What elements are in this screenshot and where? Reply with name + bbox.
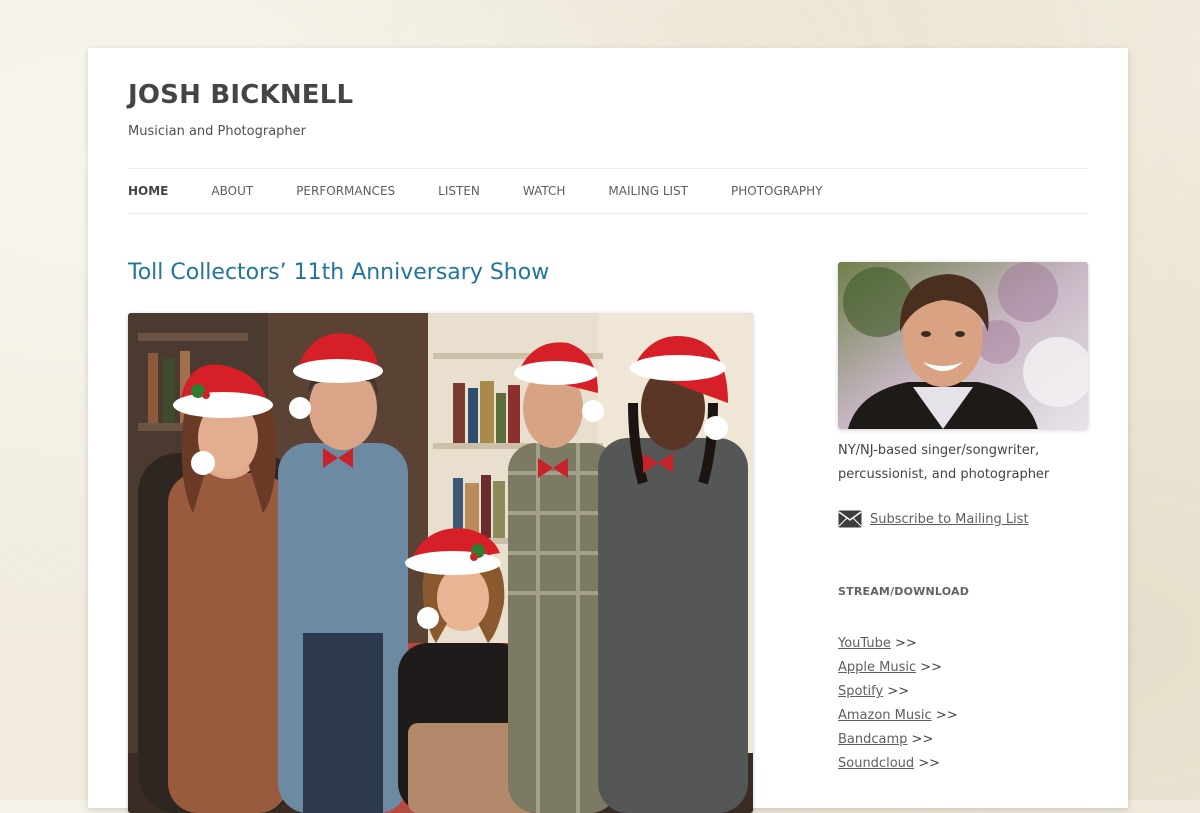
bio-text: NY/NJ-based singer/songwriter, percussio… xyxy=(838,443,1050,482)
sidebar: NY/NJ-based singer/songwriter, percussio… xyxy=(838,262,1088,776)
nav-item-home[interactable]: HOME xyxy=(128,184,168,198)
stream-link-item: YouTube >> xyxy=(838,632,1088,656)
band-photo-image[interactable] xyxy=(128,313,753,813)
nav-item-performances[interactable]: PERFORMANCES xyxy=(296,184,395,198)
subscribe-row: Subscribe to Mailing List xyxy=(838,509,1088,529)
nav-item-watch[interactable]: WATCH xyxy=(523,184,566,198)
apple-music-link[interactable]: Apple Music xyxy=(838,660,916,675)
subscribe-link[interactable]: Subscribe to Mailing List xyxy=(870,512,1029,527)
stream-download-heading: STREAM/DOWNLOAD xyxy=(838,585,970,598)
link-suffix: >> xyxy=(911,732,934,747)
amazon-music-link[interactable]: Amazon Music xyxy=(838,708,932,723)
page-container: JOSH BICKNELL Musician and Photographer … xyxy=(88,48,1128,813)
youtube-link[interactable]: YouTube xyxy=(838,636,891,651)
link-suffix: >> xyxy=(918,756,941,771)
stream-links-list: YouTube >> Apple Music >> Spotify >> Ama… xyxy=(838,632,1088,776)
stream-link-item: Amazon Music >> xyxy=(838,704,1088,728)
stream-link-item: Soundcloud >> xyxy=(838,752,1088,776)
link-suffix: >> xyxy=(895,636,917,651)
stream-link-item: Apple Music >> xyxy=(838,656,1088,680)
spotify-link[interactable]: Spotify xyxy=(838,684,883,699)
envelope-icon[interactable] xyxy=(838,510,862,528)
post-title[interactable]: Toll Collectors’ 11th Anniversary Show xyxy=(128,260,549,285)
site-title[interactable]: JOSH BICKNELL xyxy=(128,80,353,110)
link-suffix: >> xyxy=(887,684,910,699)
nav-item-listen[interactable]: LISTEN xyxy=(438,184,480,198)
nav-item-photography[interactable]: PHOTOGRAPHY xyxy=(731,184,822,198)
site-description: Musician and Photographer xyxy=(128,124,307,139)
bandcamp-link[interactable]: Bandcamp xyxy=(838,732,907,747)
link-suffix: >> xyxy=(920,660,943,675)
link-suffix: >> xyxy=(935,708,958,723)
nav-item-mailing-list[interactable]: MAILING LIST xyxy=(608,184,688,198)
stream-link-item: Spotify >> xyxy=(838,680,1088,704)
main-navigation: HOME ABOUT PERFORMANCES LISTEN WATCH MAI… xyxy=(128,168,1088,214)
portrait-photo-image[interactable] xyxy=(838,262,1088,429)
nav-item-about[interactable]: ABOUT xyxy=(211,184,253,198)
stream-link-item: Bandcamp >> xyxy=(838,728,1088,752)
soundcloud-link[interactable]: Soundcloud xyxy=(838,756,914,771)
